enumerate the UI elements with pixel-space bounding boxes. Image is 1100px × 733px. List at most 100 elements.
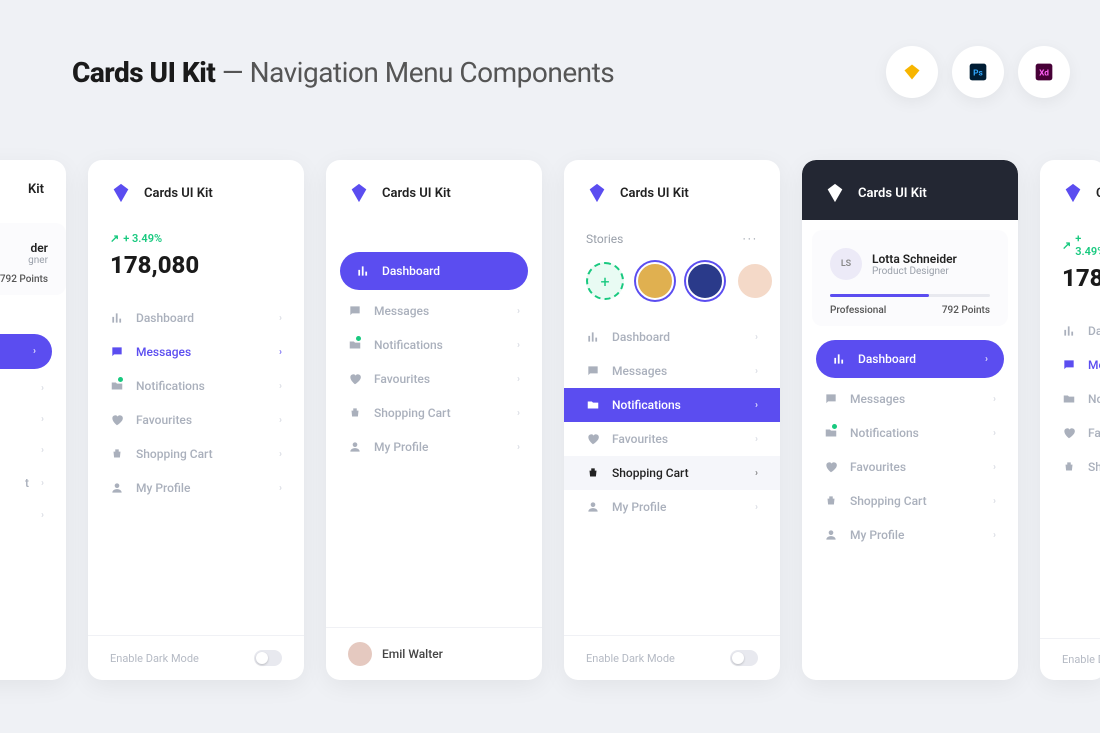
nav-item-profile[interactable]: My Profile› xyxy=(326,430,542,464)
nav-item-messages[interactable]: Messages› xyxy=(802,382,1018,416)
profile-name: Lotta Schneider xyxy=(872,252,957,266)
nav-item-favourites[interactable]: Favourites› xyxy=(326,362,542,396)
nav-list: Dashboard Messages› Notifications› Favou… xyxy=(326,244,542,468)
story-avatar[interactable] xyxy=(636,262,674,300)
chevron-right-icon: › xyxy=(279,381,282,392)
nav-item[interactable]: › xyxy=(0,435,66,466)
darkmode-toggle[interactable]: Enable Dark Mode xyxy=(88,635,304,680)
darkmode-label: Enable Dark Mode xyxy=(586,652,675,665)
footer-user[interactable]: Emil Walter xyxy=(326,627,542,680)
folder-icon xyxy=(586,398,600,412)
nav-list: Dashboard› Messages› Notifications› Favo… xyxy=(802,326,1018,556)
toggle-switch[interactable] xyxy=(730,650,758,666)
nav-item-notifications[interactable]: Notifications› xyxy=(802,416,1018,450)
folder-icon xyxy=(1062,392,1076,406)
chevron-right-icon: › xyxy=(755,434,758,445)
nav-item-dashboard[interactable]: Dashboard› xyxy=(564,320,780,354)
story-avatar[interactable] xyxy=(736,262,774,300)
nav-item[interactable]: t› xyxy=(0,466,66,500)
nav-item-dashboard[interactable]: Dashboard xyxy=(340,252,528,290)
nav-item-dashboard[interactable]: Dashboard› xyxy=(88,301,304,335)
nav-item-favourites[interactable]: Favourites› xyxy=(88,403,304,437)
message-icon xyxy=(824,392,838,406)
chevron-right-icon: › xyxy=(755,502,758,513)
nav-item-messages[interactable]: Messages› xyxy=(564,354,780,388)
chevron-right-icon: › xyxy=(517,442,520,453)
chevron-right-icon: › xyxy=(755,468,758,479)
heart-icon xyxy=(824,460,838,474)
nav-item-notifications[interactable]: Notifications› xyxy=(88,369,304,403)
stories-header: Stories ··· xyxy=(564,220,780,254)
heart-icon xyxy=(1062,426,1076,440)
more-icon[interactable]: ··· xyxy=(743,232,758,246)
nav-item-messages[interactable]: Messages› xyxy=(88,335,304,369)
chart-icon xyxy=(110,311,124,325)
progress-bar xyxy=(830,294,990,297)
chevron-right-icon: › xyxy=(993,428,996,439)
brand-label: Cards UI Kit xyxy=(858,186,927,201)
chevron-right-icon: › xyxy=(41,510,44,521)
nav-item-favourites[interactable]: Favourites› xyxy=(564,422,780,456)
darkmode-label: Enable Dark xyxy=(1062,653,1100,666)
nav-item-messages[interactable]: Mes xyxy=(1040,348,1100,382)
nav-item-profile[interactable]: My Profile› xyxy=(802,518,1018,552)
nav-item-dashboard[interactable]: Dash xyxy=(1040,314,1100,348)
toggle-switch[interactable] xyxy=(254,650,282,666)
nav-item[interactable]: › xyxy=(0,299,66,330)
chart-icon xyxy=(356,264,370,278)
chevron-right-icon: › xyxy=(279,347,282,358)
cart-icon xyxy=(824,494,838,508)
nav-item-messages[interactable]: Messages› xyxy=(326,294,542,328)
nav-card-stats: Cards UI Kit ↗+ 3.49% 178,080 Dashboard›… xyxy=(88,160,304,680)
chevron-right-icon: › xyxy=(517,374,520,385)
nav-item-cart[interactable]: Shop xyxy=(1040,450,1100,484)
darkmode-label: Enable Dark Mode xyxy=(110,652,199,665)
heart-icon xyxy=(348,372,362,386)
darkmode-toggle[interactable]: Enable Dark Mode xyxy=(564,635,780,680)
story-row: + xyxy=(564,254,780,316)
heart-icon xyxy=(586,432,600,446)
nav-item-active[interactable]: › xyxy=(0,334,52,369)
diamond-icon xyxy=(348,182,370,204)
cart-icon xyxy=(586,466,600,480)
message-icon xyxy=(110,345,124,359)
nav-item-notifications[interactable]: Notifications› xyxy=(564,388,780,422)
stat-value: 178,0 xyxy=(1062,264,1100,292)
chevron-right-icon: › xyxy=(41,445,44,456)
nav-item-notifications[interactable]: Notifications› xyxy=(326,328,542,362)
nav-item-cart[interactable]: Shopping Cart› xyxy=(802,484,1018,518)
xd-icon: Xd xyxy=(1018,46,1070,98)
nav-item-favourites[interactable]: Favourites› xyxy=(802,450,1018,484)
chevron-right-icon: › xyxy=(279,449,282,460)
diamond-icon xyxy=(586,182,608,204)
cart-icon xyxy=(348,406,362,420)
story-add-button[interactable]: + xyxy=(586,262,624,300)
nav-item-notifications[interactable]: Noti xyxy=(1040,382,1100,416)
nav-item-profile[interactable]: My Profile› xyxy=(564,490,780,524)
story-avatar[interactable] xyxy=(686,262,724,300)
stat-block: ↗+ 3.49% 178,080 xyxy=(88,220,304,297)
nav-item[interactable]: › xyxy=(0,500,66,531)
nav-item-cart[interactable]: Shopping Cart› xyxy=(326,396,542,430)
nav-card-partial-right: Ca ↗+ 3.49% 178,0 Dash Mes Noti Favo Sho… xyxy=(1040,160,1100,680)
nav-item-dashboard[interactable]: Dashboard› xyxy=(816,340,1004,378)
darkmode-toggle[interactable]: Enable Dark xyxy=(1040,638,1100,680)
notification-dot xyxy=(832,424,837,429)
profile-points: 792 Points xyxy=(942,305,990,316)
nav-item[interactable]: › xyxy=(0,373,66,404)
chart-icon xyxy=(586,330,600,344)
page-title: Cards UI Kit — Navigation Menu Component… xyxy=(72,56,614,89)
stat-pct: ↗+ 3.49% xyxy=(1062,232,1100,258)
nav-item-favourites[interactable]: Favo xyxy=(1040,416,1100,450)
nav-item-cart[interactable]: Shopping Cart› xyxy=(88,437,304,471)
chevron-right-icon: › xyxy=(993,496,996,507)
nav-item-profile[interactable]: My Profile› xyxy=(88,471,304,505)
heart-icon xyxy=(110,413,124,427)
chevron-right-icon: › xyxy=(279,313,282,324)
nav-item-cart[interactable]: Shopping Cart› xyxy=(564,456,780,490)
nav-item[interactable]: › xyxy=(0,404,66,435)
user-icon xyxy=(586,500,600,514)
nav-list: Dashboard› Messages› Notifications› Favo… xyxy=(564,316,780,528)
profile-role: gner xyxy=(0,255,48,266)
trend-up-icon: ↗ xyxy=(110,232,119,245)
